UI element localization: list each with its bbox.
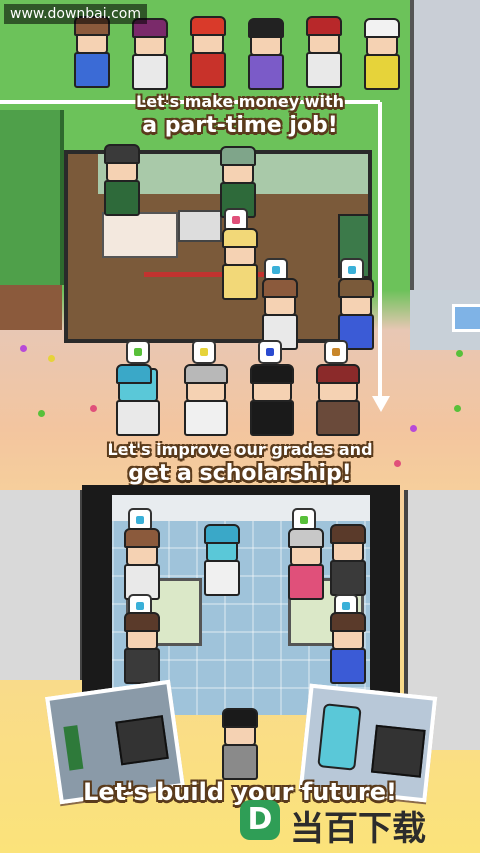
character-center-bottom: [218, 708, 258, 782]
character-blue-dino: [112, 364, 162, 440]
character-student-brown: [120, 528, 160, 602]
character-grey-student: [284, 528, 324, 602]
character-hardhat: [360, 18, 400, 92]
path-guide-right: [378, 102, 382, 402]
character-glasses-black: [246, 364, 296, 440]
banner-part-time-line1: Let's make money with: [136, 92, 344, 111]
building-roof-right: [410, 0, 480, 290]
confetti: [456, 350, 463, 357]
character-student-desk-left: [120, 612, 160, 686]
game-screenshot: Let's make money with a part-time job! L…: [0, 0, 480, 853]
left-building: [0, 490, 84, 680]
watermark-text: www.downbai.com: [4, 4, 147, 24]
character-king: [186, 16, 226, 90]
diamond-icon: [192, 340, 216, 364]
path-arrow-icon: [372, 396, 390, 412]
character-red-hair: [302, 16, 342, 90]
confetti: [90, 405, 97, 412]
pen-icon: [324, 340, 348, 364]
tv-icon: [115, 715, 169, 766]
confetti: [410, 425, 417, 432]
character-brown-suit: [312, 364, 362, 440]
banner-part-time-line2: a part-time job!: [142, 113, 338, 138]
confetti: [454, 405, 461, 412]
monitor-icon: [370, 724, 426, 778]
character-blue-dino-student: [200, 524, 240, 598]
confetti: [20, 345, 27, 352]
character-cafe-worker: [100, 144, 140, 218]
character-student-desk-right: [326, 612, 366, 686]
character-girl-brown: [70, 16, 110, 90]
cafe-counter: [102, 212, 178, 258]
character-glasses-student: [326, 524, 366, 598]
pen-icon: [126, 340, 150, 364]
confetti: [38, 410, 45, 417]
blue-character-icon: [317, 703, 362, 771]
banner-grades-line1: Let's improve our grades and: [107, 440, 373, 459]
brick-wall-left: [0, 285, 62, 330]
window-icon: [452, 304, 480, 332]
character-blonde-customer: [218, 228, 258, 302]
banner-grades-line2: get a scholarship!: [128, 461, 352, 486]
logo-text: 当百下载: [290, 809, 426, 849]
book-icon: [258, 340, 282, 364]
logo-mark: D: [240, 800, 280, 840]
character-cat-ears: [244, 18, 284, 92]
character-grey-hair: [180, 364, 230, 440]
character-girl-purple: [128, 18, 168, 92]
confetti: [48, 355, 55, 362]
